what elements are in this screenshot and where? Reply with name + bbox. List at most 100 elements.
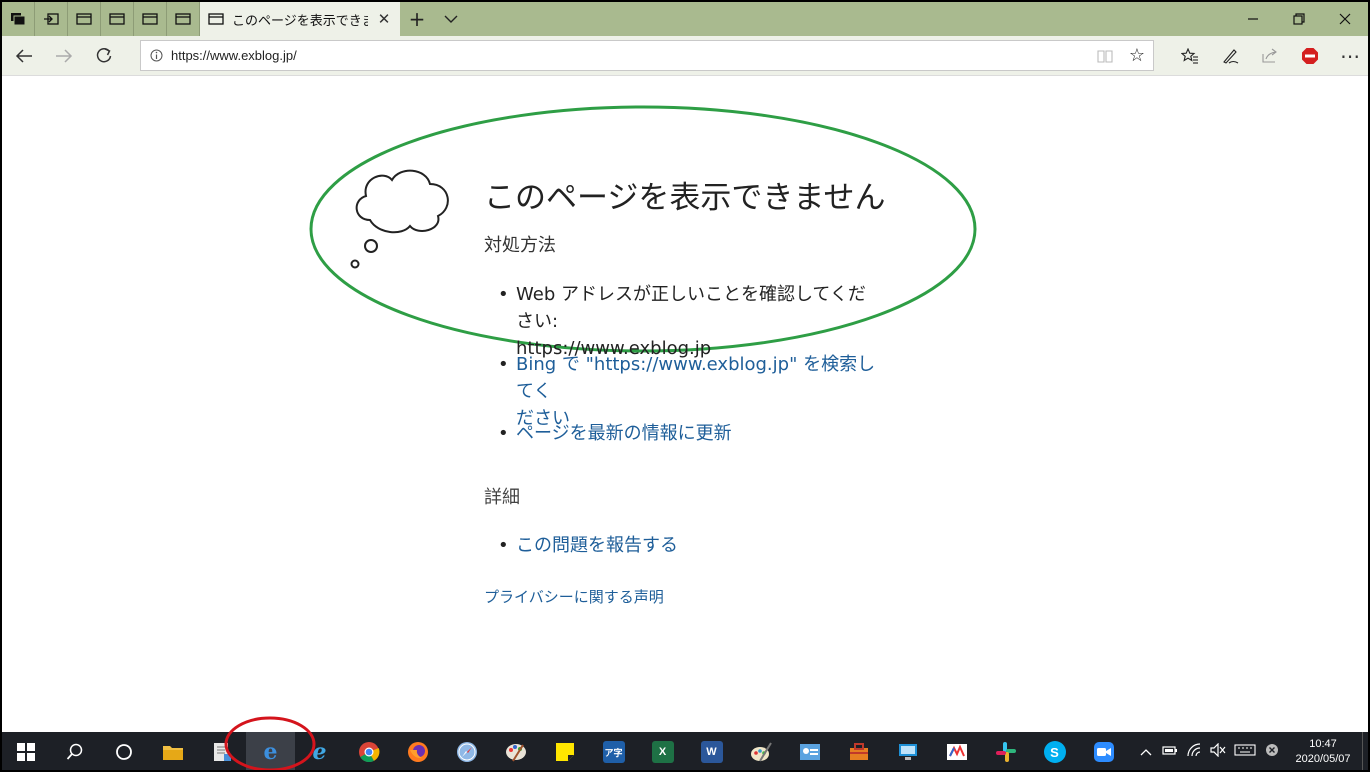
privacy-statement-link[interactable]: プライバシーに関する声明 [484, 586, 664, 607]
favorite-star-icon[interactable]: ☆ [1121, 41, 1153, 71]
sticky-note-icon [555, 743, 574, 761]
taskbar-remote-desktop[interactable] [883, 732, 932, 770]
favorites-hub-icon[interactable] [1170, 36, 1210, 76]
back-button[interactable] [4, 36, 44, 76]
slack-icon [995, 742, 1016, 762]
system-tray: 10:47 2020/05/07 [1134, 732, 1368, 770]
refresh-icon [96, 47, 112, 62]
site-info-icon[interactable] [141, 49, 171, 62]
set-aside-tabs-button[interactable] [35, 2, 68, 36]
speaker-muted-icon[interactable] [1206, 742, 1230, 761]
clock-time: 10:47 [1309, 738, 1337, 750]
taskbar-paint-brush-app[interactable] [736, 732, 785, 770]
safari-compass-icon [456, 742, 477, 762]
paint-palette-icon [505, 744, 526, 762]
pinned-tab-1[interactable] [68, 2, 101, 36]
tab-actions-button[interactable] [2, 2, 35, 36]
taskbar-safari[interactable] [442, 732, 491, 770]
details-heading: 詳細 [484, 487, 520, 508]
taskbar-paint-app[interactable] [491, 732, 540, 770]
thought-cloud-icon [350, 169, 449, 269]
pinned-tab-4[interactable] [167, 2, 200, 36]
toolbox-icon [849, 743, 868, 760]
tab-page-icon [142, 13, 158, 25]
pinned-tab-2[interactable] [101, 2, 134, 36]
restore-button[interactable] [1276, 2, 1322, 36]
clock[interactable]: 10:47 2020/05/07 [1284, 737, 1362, 767]
details-list: この問題を報告する [498, 532, 878, 559]
window-controls [1230, 2, 1368, 36]
taskbar-firefox[interactable] [393, 732, 442, 770]
taskbar-sticky-notes[interactable] [540, 732, 589, 770]
refresh-page-link[interactable]: ページを最新の情報に更新 [498, 420, 878, 447]
chrome-icon [358, 742, 379, 763]
refresh-button[interactable] [84, 36, 124, 76]
folder-icon [162, 746, 183, 760]
address-bar[interactable]: https://www.exblog.jp/ ☆ [140, 40, 1154, 71]
close-tab-icon[interactable]: ✕ [376, 10, 392, 28]
remedy-list-3: ページを最新の情報に更新 [498, 420, 878, 447]
tab-preview-button[interactable] [434, 2, 468, 36]
taskbar-contacts-app[interactable] [785, 732, 834, 770]
minimize-icon [1248, 18, 1258, 20]
taskbar-excel[interactable]: X [638, 732, 687, 770]
url-text[interactable]: https://www.exblog.jp/ [171, 48, 1089, 63]
taskbar-zoom[interactable] [1079, 732, 1128, 770]
skype-icon: S [1043, 741, 1066, 763]
web-note-pen-icon[interactable] [1210, 36, 1250, 76]
forward-arrow-icon [56, 48, 73, 63]
adblock-plus-icon[interactable] [1290, 36, 1330, 76]
forward-button[interactable] [44, 36, 84, 76]
show-hidden-icons-chevron-icon[interactable] [1134, 745, 1158, 760]
search-icon [66, 743, 82, 760]
taskbar-word[interactable]: W [687, 732, 736, 770]
taskbar-chrome[interactable] [344, 732, 393, 770]
close-icon [1339, 13, 1351, 25]
font-app-icon: ア字 [602, 741, 625, 763]
screen: このページを表示できません ✕ + https://www.exblog.jp/ [0, 0, 1370, 772]
taskbar-skype[interactable]: S [1030, 732, 1079, 770]
report-problem-link[interactable]: この問題を報告する [498, 532, 878, 559]
brush-palette-icon [750, 742, 772, 762]
start-button[interactable] [2, 732, 50, 770]
restore-icon [1293, 13, 1305, 25]
tab-active[interactable]: このページを表示できません ✕ [200, 2, 400, 36]
tab-page-icon [175, 13, 191, 25]
list-item-check-address: Web アドレスが正しいことを確認してください: https://www.exb… [498, 281, 878, 362]
chevron-down-icon [444, 15, 458, 23]
tab-page-icon [109, 13, 125, 25]
search-button[interactable] [50, 732, 99, 770]
windows-logo-icon [17, 743, 35, 761]
firefox-icon [407, 742, 428, 762]
taskbar-whiteboard-app[interactable] [932, 732, 981, 770]
reading-view-icon[interactable] [1089, 41, 1121, 71]
settings-more-icon[interactable]: ⋯ [1330, 36, 1368, 76]
plus-icon: + [408, 7, 426, 31]
keyboard-icon[interactable] [1230, 744, 1260, 760]
whiteboard-icon [946, 744, 967, 760]
annotation-circle [224, 716, 316, 770]
pinned-tab-3[interactable] [134, 2, 167, 36]
remedy-list: Web アドレスが正しいことを確認してください: https://www.exb… [498, 281, 878, 362]
new-tab-button[interactable]: + [400, 2, 434, 36]
page-title: このページを表示できません [484, 180, 886, 216]
word-icon: W [700, 741, 723, 763]
close-button[interactable] [1322, 2, 1368, 36]
wifi-icon[interactable] [1182, 743, 1206, 761]
share-icon[interactable] [1250, 36, 1290, 76]
taskbar-file-explorer[interactable] [148, 732, 197, 770]
cortana-button[interactable] [99, 732, 148, 770]
battery-power-icon[interactable] [1158, 744, 1182, 760]
clock-date: 2020/05/07 [1295, 753, 1351, 765]
zoom-video-icon [1093, 742, 1114, 762]
taskbar-slack[interactable] [981, 732, 1030, 770]
tab-bar: このページを表示できません ✕ + [2, 2, 1368, 36]
windows-stack-icon [11, 13, 26, 26]
input-close-icon[interactable] [1260, 743, 1284, 761]
minimize-button[interactable] [1230, 2, 1276, 36]
back-arrow-icon [15, 48, 32, 63]
taskbar-font-app[interactable]: ア字 [589, 732, 638, 770]
show-desktop-button[interactable] [1362, 732, 1368, 770]
contact-card-icon [799, 744, 820, 760]
taskbar-toolbox-app[interactable] [834, 732, 883, 770]
